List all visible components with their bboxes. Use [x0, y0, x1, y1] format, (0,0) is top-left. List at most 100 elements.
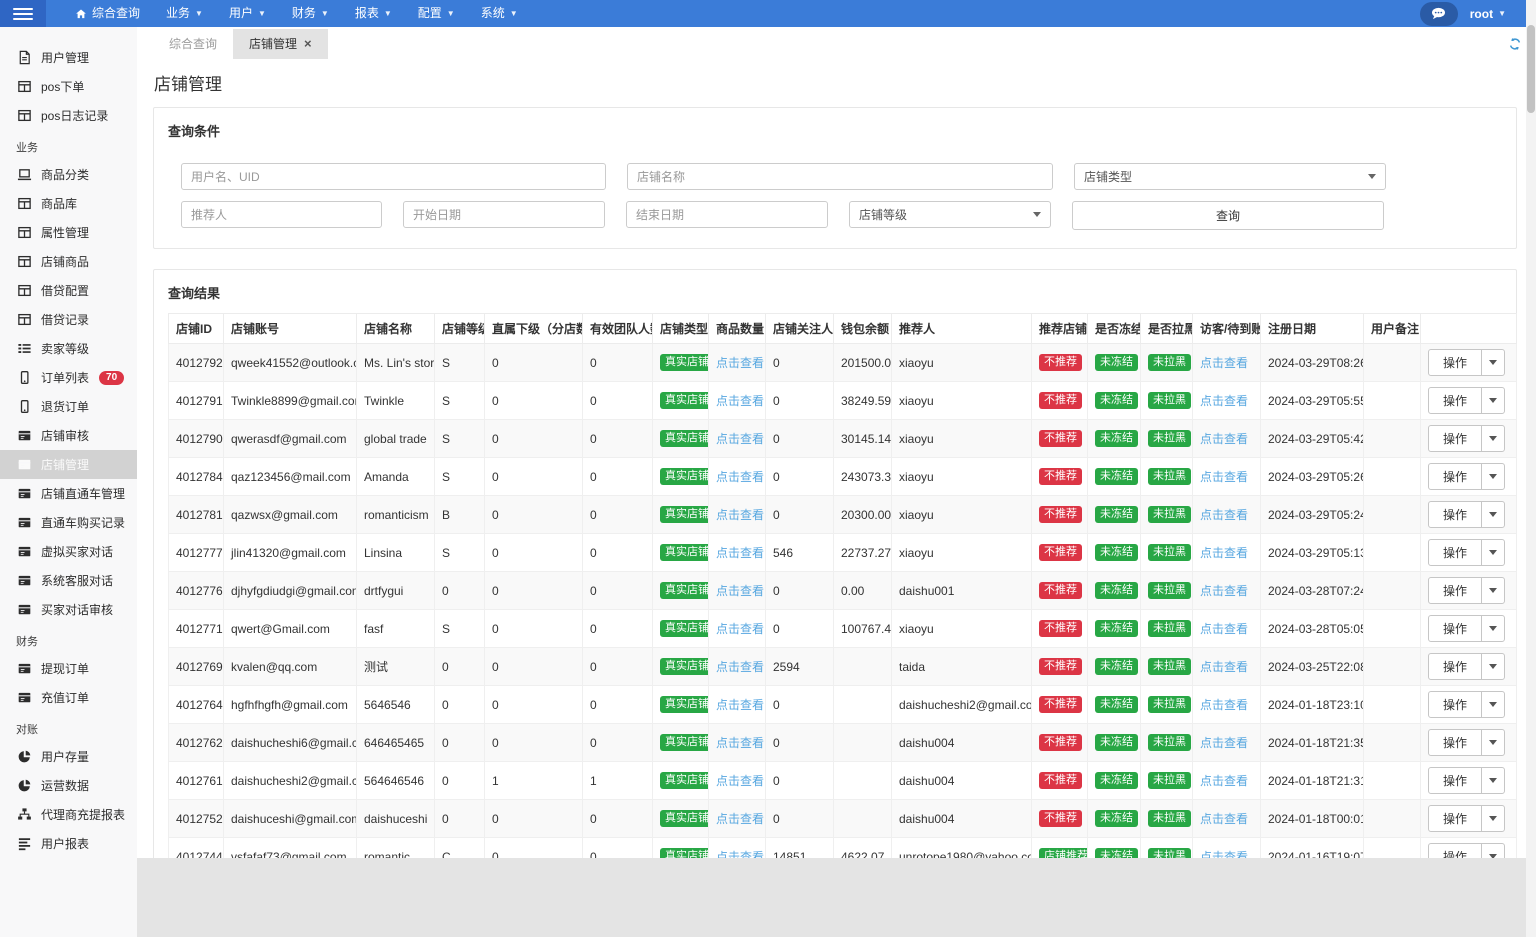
- action-button-label[interactable]: 操作: [1429, 730, 1483, 755]
- action-button-label[interactable]: 操作: [1429, 692, 1483, 717]
- visitors-pending-link[interactable]: 点击查看: [1200, 812, 1248, 826]
- action-dropdown-toggle[interactable]: [1482, 464, 1504, 489]
- action-button-label[interactable]: 操作: [1429, 350, 1483, 375]
- start-date-input[interactable]: [403, 201, 605, 228]
- action-button-label[interactable]: 操作: [1429, 426, 1483, 451]
- action-dropdown-toggle[interactable]: [1482, 654, 1504, 679]
- nav-item-3[interactable]: 用户 ▼: [216, 0, 279, 27]
- action-button-label[interactable]: 操作: [1429, 578, 1483, 603]
- action-button[interactable]: 操作: [1428, 463, 1506, 490]
- action-dropdown-toggle[interactable]: [1482, 768, 1504, 793]
- goods-count-link[interactable]: 点击查看: [716, 812, 764, 826]
- action-button[interactable]: 操作: [1428, 577, 1506, 604]
- search-button[interactable]: 查询: [1072, 201, 1384, 230]
- sidebar-item[interactable]: pos下单: [0, 72, 137, 101]
- action-button[interactable]: 操作: [1428, 843, 1506, 858]
- shop-name-input[interactable]: [627, 163, 1053, 190]
- sidebar-toggle-button[interactable]: [0, 0, 46, 27]
- tab-shop-management[interactable]: 店铺管理 ×: [233, 29, 328, 59]
- sidebar-item[interactable]: 运营数据: [0, 771, 137, 800]
- sidebar-item[interactable]: 虚拟买家对话: [0, 537, 137, 566]
- action-button[interactable]: 操作: [1428, 653, 1506, 680]
- action-dropdown-toggle[interactable]: [1482, 616, 1504, 641]
- action-button[interactable]: 操作: [1428, 387, 1506, 414]
- chat-button[interactable]: [1419, 1, 1458, 26]
- sidebar-item[interactable]: 系统客服对话: [0, 566, 137, 595]
- goods-count-link[interactable]: 点击查看: [716, 698, 764, 712]
- sidebar-item[interactable]: 用户报表: [0, 829, 137, 858]
- visitors-pending-link[interactable]: 点击查看: [1200, 736, 1248, 750]
- action-button[interactable]: 操作: [1428, 425, 1506, 452]
- visitors-pending-link[interactable]: 点击查看: [1200, 470, 1248, 484]
- goods-count-link[interactable]: 点击查看: [716, 850, 764, 858]
- action-button[interactable]: 操作: [1428, 615, 1506, 642]
- action-button[interactable]: 操作: [1428, 767, 1506, 794]
- visitors-pending-link[interactable]: 点击查看: [1200, 356, 1248, 370]
- visitors-pending-link[interactable]: 点击查看: [1200, 394, 1248, 408]
- sidebar-item[interactable]: 充值订单: [0, 683, 137, 712]
- sidebar-item[interactable]: 借贷记录: [0, 305, 137, 334]
- action-button[interactable]: 操作: [1428, 501, 1506, 528]
- end-date-input[interactable]: [626, 201, 828, 228]
- visitors-pending-link[interactable]: 点击查看: [1200, 584, 1248, 598]
- sidebar-item[interactable]: 店铺直通车管理: [0, 479, 137, 508]
- action-button[interactable]: 操作: [1428, 805, 1506, 832]
- sidebar-item[interactable]: 属性管理: [0, 218, 137, 247]
- sidebar-item[interactable]: 借贷配置: [0, 276, 137, 305]
- sidebar-item[interactable]: 订单列表 70: [0, 363, 137, 392]
- action-button-label[interactable]: 操作: [1429, 616, 1483, 641]
- action-dropdown-toggle[interactable]: [1482, 540, 1504, 565]
- action-button-label[interactable]: 操作: [1429, 540, 1483, 565]
- nav-item-5[interactable]: 报表 ▼: [342, 0, 405, 27]
- visitors-pending-link[interactable]: 点击查看: [1200, 698, 1248, 712]
- goods-count-link[interactable]: 点击查看: [716, 432, 764, 446]
- goods-count-link[interactable]: 点击查看: [716, 546, 764, 560]
- sidebar-item[interactable]: 店铺管理: [0, 450, 137, 479]
- action-button-label[interactable]: 操作: [1429, 806, 1483, 831]
- action-dropdown-toggle[interactable]: [1482, 806, 1504, 831]
- nav-item-2[interactable]: 业务 ▼: [153, 0, 216, 27]
- sidebar-item[interactable]: pos日志记录: [0, 101, 137, 130]
- nav-item-1[interactable]: 综合查询: [62, 0, 153, 27]
- shop-level-select[interactable]: 店铺等级: [849, 201, 1051, 228]
- action-button-label[interactable]: 操作: [1429, 844, 1483, 858]
- action-dropdown-toggle[interactable]: [1482, 388, 1504, 413]
- action-button[interactable]: 操作: [1428, 349, 1506, 376]
- goods-count-link[interactable]: 点击查看: [716, 736, 764, 750]
- sidebar-item[interactable]: 用户管理: [0, 43, 137, 72]
- goods-count-link[interactable]: 点击查看: [716, 470, 764, 484]
- action-button[interactable]: 操作: [1428, 539, 1506, 566]
- sidebar-item[interactable]: 提现订单: [0, 654, 137, 683]
- visitors-pending-link[interactable]: 点击查看: [1200, 432, 1248, 446]
- sidebar-item[interactable]: 代理商充提报表: [0, 800, 137, 829]
- nav-item-6[interactable]: 配置 ▼: [405, 0, 468, 27]
- referrer-input[interactable]: [181, 201, 382, 228]
- username-uid-input[interactable]: [181, 163, 606, 190]
- goods-count-link[interactable]: 点击查看: [716, 660, 764, 674]
- goods-count-link[interactable]: 点击查看: [716, 394, 764, 408]
- action-dropdown-toggle[interactable]: [1482, 502, 1504, 527]
- action-dropdown-toggle[interactable]: [1482, 350, 1504, 375]
- vertical-scrollbar[interactable]: [1526, 0, 1536, 937]
- action-button[interactable]: 操作: [1428, 691, 1506, 718]
- action-dropdown-toggle[interactable]: [1482, 730, 1504, 755]
- visitors-pending-link[interactable]: 点击查看: [1200, 660, 1248, 674]
- user-menu[interactable]: root ▼: [1470, 7, 1506, 21]
- nav-item-7[interactable]: 系统 ▼: [468, 0, 531, 27]
- action-button-label[interactable]: 操作: [1429, 654, 1483, 679]
- visitors-pending-link[interactable]: 点击查看: [1200, 622, 1248, 636]
- sidebar-item[interactable]: 店铺商品: [0, 247, 137, 276]
- tab-summary-query[interactable]: 综合查询: [153, 29, 233, 59]
- shop-type-select[interactable]: 店铺类型: [1074, 163, 1386, 190]
- action-dropdown-toggle[interactable]: [1482, 844, 1504, 858]
- sidebar-item[interactable]: 退货订单: [0, 392, 137, 421]
- action-button-label[interactable]: 操作: [1429, 502, 1483, 527]
- sidebar-item[interactable]: 买家对话审核: [0, 595, 137, 624]
- sidebar-item[interactable]: 商品库: [0, 189, 137, 218]
- sidebar-item[interactable]: 卖家等级: [0, 334, 137, 363]
- sidebar-item[interactable]: 直通车购买记录: [0, 508, 137, 537]
- visitors-pending-link[interactable]: 点击查看: [1200, 546, 1248, 560]
- goods-count-link[interactable]: 点击查看: [716, 774, 764, 788]
- action-dropdown-toggle[interactable]: [1482, 578, 1504, 603]
- goods-count-link[interactable]: 点击查看: [716, 356, 764, 370]
